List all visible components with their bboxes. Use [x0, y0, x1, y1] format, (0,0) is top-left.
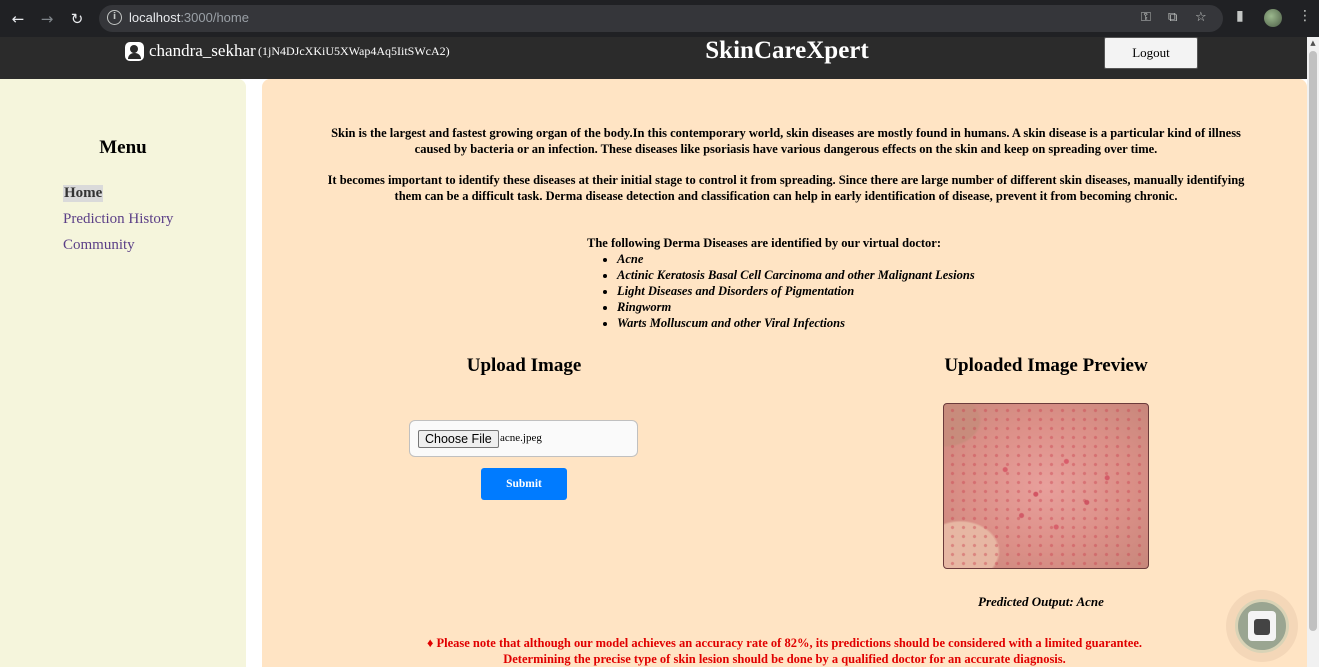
disease-item: Actinic Keratosis Basal Cell Carcinoma a… — [617, 267, 975, 283]
sidebar-item-community[interactable]: Community — [63, 237, 135, 254]
back-icon[interactable]: ← — [7, 8, 29, 30]
disease-item: Light Diseases and Disorders of Pigmenta… — [617, 283, 975, 299]
upload-image-title: Upload Image — [466, 355, 582, 376]
sidebar-item-prediction-history[interactable]: Prediction History — [63, 211, 173, 228]
selected-file-name: acne.jpeg — [500, 432, 542, 444]
main-content: Skin is the largest and fastest growing … — [262, 79, 1307, 667]
uploaded-image-preview — [943, 403, 1149, 569]
predicted-output: Predicted Output: Acne — [978, 594, 1104, 609]
lesion-spots — [944, 404, 1148, 568]
disclaimer-line-1: ♦ Please note that although our model ac… — [426, 636, 1143, 650]
key-icon[interactable]: ⚿ — [1141, 10, 1151, 25]
app-header: chandra_sekhar (1jN4DJcXKiU5XWap4Aq5IitS… — [0, 37, 1307, 79]
menu-title: Menu — [99, 137, 147, 158]
choose-file-button[interactable]: Choose File — [418, 430, 499, 448]
intro-paragraph-1: Skin is the largest and fastest growing … — [331, 126, 1241, 156]
url-host: localhost — [129, 10, 181, 25]
browser-toolbar: ← → ↻ i localhost:3000/home ⚿ ⧉ ☆ ▮ ⋮ — [0, 0, 1319, 37]
disease-item: Warts Molluscum and other Viral Infectio… — [617, 315, 975, 331]
scroll-up-icon[interactable]: ▲ — [1309, 39, 1317, 47]
diseases-section: The following Derma Diseases are identif… — [587, 235, 975, 331]
install-app-icon[interactable]: ⧉ — [1168, 10, 1177, 25]
sidebar: Menu Home Prediction History Community — [0, 79, 246, 667]
forward-icon[interactable]: → — [36, 8, 58, 30]
reload-icon[interactable]: ↻ — [66, 8, 88, 30]
address-bar[interactable]: i localhost:3000/home ⚿ ⧉ ☆ — [99, 5, 1223, 32]
profile-avatar-icon[interactable] — [1264, 9, 1282, 27]
side-panel-icon[interactable]: ▮ — [1236, 8, 1244, 24]
file-input[interactable]: Choose File acne.jpeg — [409, 420, 638, 457]
diseases-heading: The following Derma Diseases are identif… — [587, 236, 942, 250]
diseases-list: Acne Actinic Keratosis Basal Cell Carcin… — [617, 251, 975, 331]
disease-item: Ringworm — [617, 299, 975, 315]
preview-title: Uploaded Image Preview — [944, 355, 1148, 376]
browser-menu-icon[interactable]: ⋮ — [1298, 8, 1312, 24]
logout-button[interactable]: Logout — [1104, 37, 1198, 69]
chatbot-avatar-icon — [1248, 611, 1276, 641]
bookmark-star-icon[interactable]: ☆ — [1195, 10, 1207, 25]
submit-button[interactable]: Submit — [481, 468, 567, 500]
url-text: localhost:3000/home — [129, 10, 249, 25]
url-path: :3000/home — [180, 10, 249, 25]
intro-paragraph-2: It becomes important to identify these d… — [327, 173, 1245, 203]
sidebar-item-home[interactable]: Home — [63, 185, 104, 202]
disclaimer-line-2: Determining the precise type of skin les… — [503, 652, 1066, 666]
scrollbar-thumb[interactable] — [1309, 51, 1317, 631]
page-scrollbar[interactable]: ▲ — [1307, 37, 1319, 667]
site-info-icon[interactable]: i — [107, 10, 122, 25]
disease-item: Acne — [617, 251, 975, 267]
chatbot-button[interactable] — [1235, 599, 1289, 653]
accuracy-disclaimer: ♦ Please note that although our model ac… — [262, 635, 1307, 667]
